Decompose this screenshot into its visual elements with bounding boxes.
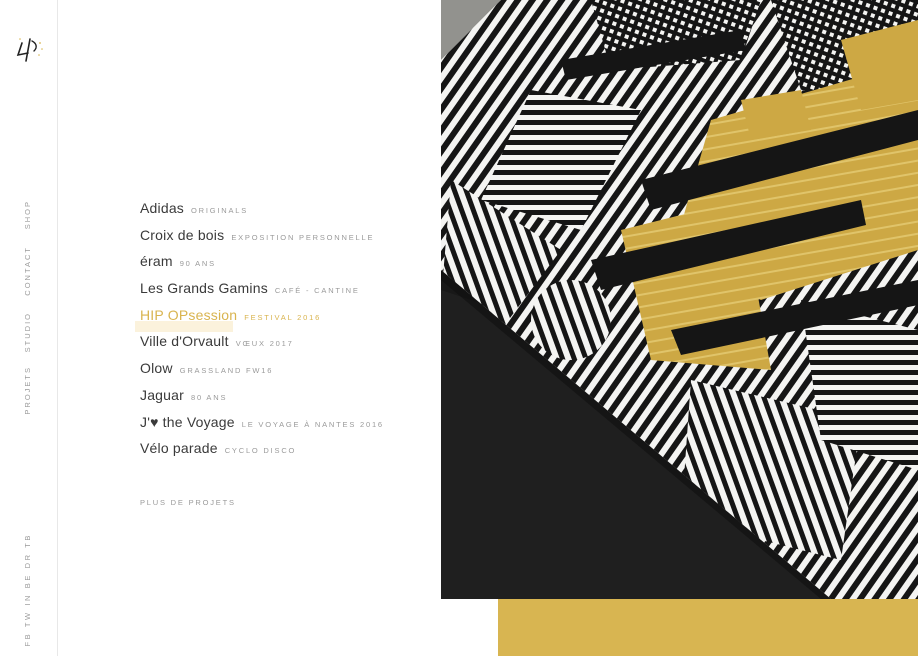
project-tag: 90 ans [179,259,216,269]
nav-projets[interactable]: Projets [23,366,32,415]
more-projects-link[interactable]: Plus de projets [140,498,236,507]
project-item-les-grands-gamins[interactable]: Les Grands Gamins Café - cantine [140,280,384,307]
project-tag: Le voyage à Nantes 2016 [241,419,384,429]
sidebar: Shop Contact Studio Projets FB TW IN BE … [0,0,58,656]
project-name: Vélo parade [140,440,218,457]
project-item-olow[interactable]: Olow Grassland FW16 [140,360,384,387]
project-item-croix-de-bois[interactable]: Croix de bois Exposition personnelle [140,227,384,254]
accent-bar [498,599,918,656]
project-tag: Exposition personnelle [231,232,375,242]
project-item-hip-opsession[interactable]: HIP OPsession Festival 2016 [135,306,384,334]
project-name: Les Grands Gamins [140,280,268,297]
project-name: Ville d'Orvault [140,333,229,350]
project-tag: Vœux 2017 [235,339,294,349]
project-item-velo-parade[interactable]: Vélo parade Cyclo disco [140,440,384,467]
project-item-eram[interactable]: éram 90 ans [140,253,384,280]
project-name: Croix de bois [140,226,225,243]
project-tag: Cyclo disco [224,446,297,456]
project-name: HIP OPsession [140,306,238,323]
social-links[interactable]: FB TW IN BE DR TB [23,533,32,647]
project-tag: Festival 2016 [244,312,322,322]
project-name: Adidas [140,200,185,216]
brand-logo-icon[interactable] [14,33,46,65]
project-name: Jaguar [140,386,185,403]
project-tag: Originals [191,206,249,215]
projects-list: Adidas Originals Croix de bois Expositio… [135,200,384,467]
nav-contact[interactable]: Contact [23,246,32,296]
project-name: éram [140,253,173,270]
project-item-jaguar[interactable]: Jaguar 80 ans [140,387,384,414]
project-name: Olow [140,360,173,377]
project-tag: Grassland FW16 [179,366,274,376]
nav-shop[interactable]: Shop [23,200,32,229]
project-name: J'♥ the Voyage [140,413,235,430]
project-item-ville-dorvault[interactable]: Ville d'Orvault Vœux 2017 [140,333,384,360]
project-item-adidas[interactable]: Adidas Originals [140,200,384,227]
nav-studio[interactable]: Studio [23,312,32,352]
project-tag: Café - cantine [274,286,360,296]
project-tag: 80 ans [191,392,228,402]
artwork-illustration [441,0,918,599]
project-preview-image[interactable] [441,0,918,599]
project-item-j-love-the-voyage[interactable]: J'♥ the Voyage Le voyage à Nantes 2016 [140,414,384,441]
